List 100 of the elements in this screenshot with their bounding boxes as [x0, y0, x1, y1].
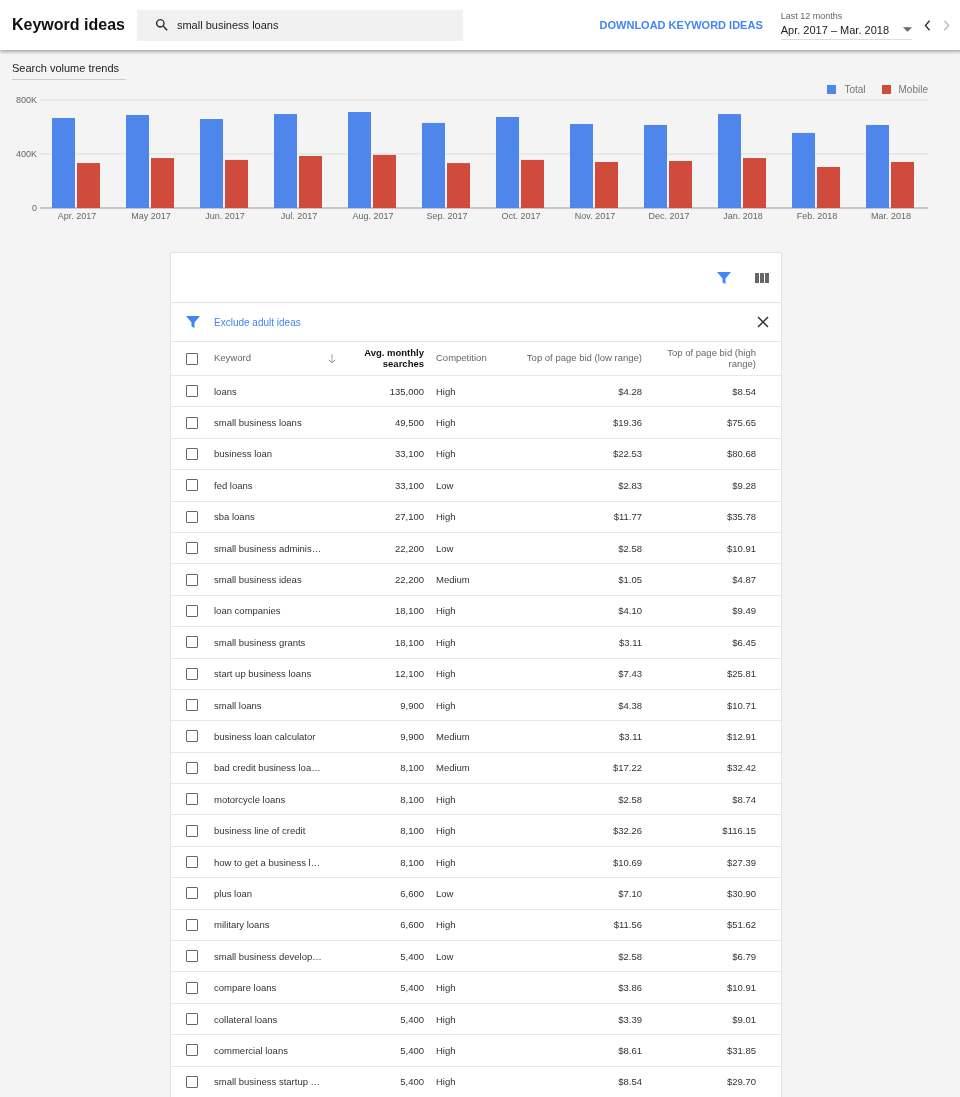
checkbox[interactable]: [186, 604, 198, 617]
table-cell-text: business loan: [214, 448, 274, 460]
column-header[interactable]: Keyword: [214, 353, 326, 364]
table-cell-text: $25.81: [725, 668, 756, 680]
table-cell-text: $4.38: [617, 699, 642, 711]
checkbox[interactable]: [186, 636, 198, 649]
table-cell-text: $6.79: [731, 950, 756, 962]
range-label: Last 12 months: [780, 10, 844, 21]
filter-chip[interactable]: Exclude adult ideas: [214, 316, 301, 328]
table-cell-text: loans: [214, 385, 238, 397]
axis-label: 0: [32, 203, 37, 213]
columns-icon[interactable]: [755, 271, 769, 284]
table-cell-text: Medium: [435, 762, 471, 774]
bar: [77, 163, 100, 208]
table-cell-text: High: [435, 793, 457, 805]
table-cell-text: $2.83: [617, 479, 642, 491]
search-field[interactable]: small business loans: [136, 9, 463, 41]
table-cell-text: $32.42: [725, 762, 756, 774]
table-cell-text: $3.39: [617, 1013, 642, 1025]
checkbox[interactable]: [186, 981, 198, 994]
checkbox[interactable]: [186, 887, 198, 900]
axis-label: Nov. 2017: [574, 211, 616, 221]
checkbox[interactable]: [186, 447, 198, 460]
checkbox[interactable]: [186, 510, 198, 523]
close-icon[interactable]: [757, 316, 769, 328]
table-cell-text: $11.56: [612, 919, 642, 931]
bar: [299, 156, 322, 208]
axis-label: 400K: [15, 149, 37, 159]
table-cell-text: $30.90: [725, 887, 756, 899]
bar: [151, 158, 174, 208]
table-cell-text: $4.10: [617, 605, 642, 617]
table-cell-text: motorcycle loans: [214, 793, 287, 805]
checkbox[interactable]: [186, 1044, 198, 1057]
table-cell-text: High: [435, 511, 457, 523]
table-cell-text: High: [435, 982, 457, 994]
column-header[interactable]: Avg. monthly searches: [336, 347, 424, 370]
checkbox[interactable]: [186, 918, 198, 931]
table-cell-text: 135,000: [388, 385, 424, 397]
bar: [743, 158, 766, 208]
table-cell-text: 5,400: [399, 1044, 424, 1056]
axis-label: Jan. 2018: [723, 211, 763, 221]
column-header[interactable]: Top of page bid (high range): [652, 347, 756, 370]
checkbox[interactable]: [186, 1013, 198, 1025]
trends-dropdown[interactable]: Search volume trends: [12, 62, 126, 80]
checkbox[interactable]: [186, 761, 198, 774]
table-cell-text: 8,100: [399, 825, 424, 837]
bar: [447, 163, 470, 208]
checkbox[interactable]: [186, 856, 198, 869]
table-cell-text: High: [435, 605, 457, 617]
table-cell-text: $10.91: [725, 542, 756, 554]
checkbox[interactable]: [186, 950, 198, 963]
table-cell-text: 33,100: [393, 448, 424, 460]
table-cell-text: $9.28: [731, 479, 756, 491]
table-cell-text: Medium: [435, 731, 471, 742]
checkbox[interactable]: [186, 1075, 198, 1088]
table-cell-text: $6.45: [731, 636, 756, 648]
table-cell-text: $27.39: [725, 856, 756, 868]
legend-label: Mobile: [898, 84, 928, 95]
checkbox[interactable]: [186, 573, 198, 586]
table-cell-text: how to get a business l…: [214, 856, 322, 868]
table-cell-text: $29.70: [725, 1076, 756, 1088]
download-link[interactable]: DOWNLOAD KEYWORD IDEAS: [599, 19, 763, 31]
table-cell-text: Low: [435, 950, 455, 962]
filter-icon: [186, 315, 200, 329]
checkbox[interactable]: [186, 824, 198, 837]
table-cell-text: 12,100: [393, 668, 424, 680]
table-cell-text: small business startup …: [214, 1076, 322, 1088]
previous-button[interactable]: [924, 19, 931, 31]
checkbox[interactable]: [186, 730, 198, 743]
table-cell-text: $31.85: [725, 1044, 756, 1056]
table-cell-text: 18,100: [393, 605, 424, 617]
checkbox[interactable]: [186, 667, 198, 680]
table-cell-text: High: [435, 417, 457, 429]
checkbox[interactable]: [186, 385, 198, 398]
axis-label: Aug. 2017: [352, 211, 394, 221]
table-cell-text: 5,400: [399, 950, 424, 962]
table-cell-text: 5,400: [399, 1013, 424, 1025]
date-range-dropdown[interactable]: Apr. 2017 – Mar. 2018: [780, 23, 912, 40]
table-cell-text: business line of credit: [214, 825, 307, 837]
checkbox[interactable]: [186, 793, 198, 806]
bar: [225, 159, 248, 208]
checkbox[interactable]: [186, 479, 198, 492]
page-title: Keyword ideas: [12, 16, 125, 34]
table-cell-text: small business grants: [214, 636, 307, 648]
table-cell-text: $2.58: [617, 950, 642, 962]
column-header[interactable]: Top of page bid (low range): [526, 353, 642, 364]
table-cell-text: High: [435, 1044, 457, 1056]
checkbox[interactable]: [186, 352, 198, 365]
checkbox[interactable]: [186, 416, 198, 429]
checkbox[interactable]: [186, 699, 198, 712]
checkbox[interactable]: [186, 542, 198, 555]
table-cell-text: $9.49: [731, 605, 756, 617]
table-cell-text: $2.58: [617, 793, 642, 805]
bar: [521, 159, 544, 208]
table-cell-text: $7.10: [617, 887, 642, 899]
bar: [595, 161, 618, 208]
sort-arrow-icon[interactable]: [328, 353, 336, 364]
axis-label: Jul. 2017: [280, 211, 318, 221]
filter-icon[interactable]: [717, 270, 731, 285]
column-header[interactable]: Competition: [424, 353, 526, 364]
